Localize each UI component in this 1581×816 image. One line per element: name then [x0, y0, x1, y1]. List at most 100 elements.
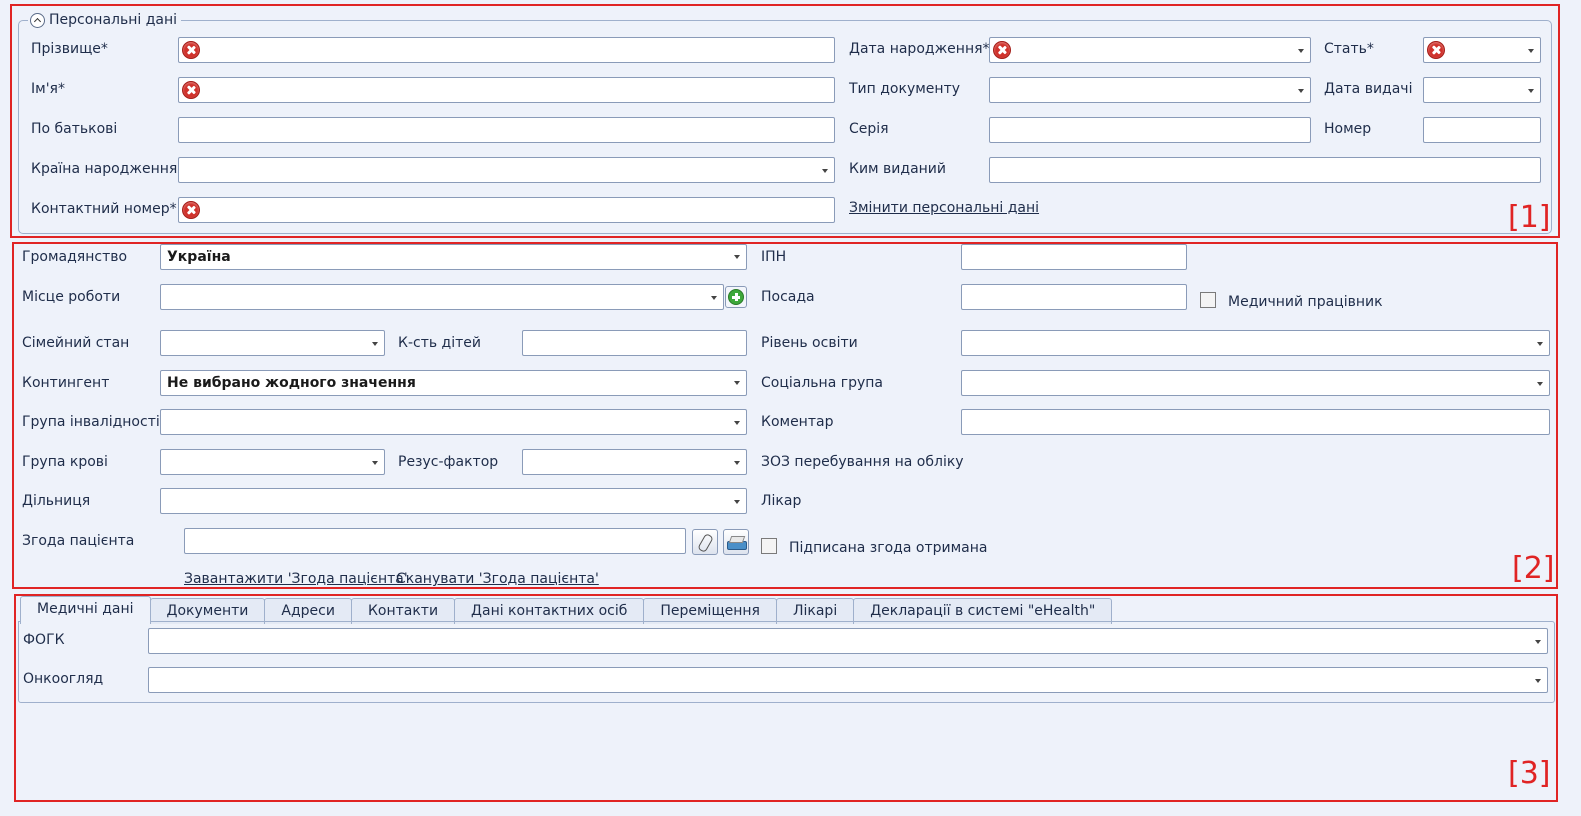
dropdown-arrow-icon [822, 169, 828, 173]
dropdown-arrow-icon [372, 461, 378, 465]
upload-consent-link[interactable]: Завантажити 'Згода пацієнта' [184, 571, 408, 587]
fogk-label: ФОГК [23, 632, 65, 648]
district-select[interactable] [160, 488, 747, 514]
plus-circle-icon [728, 289, 744, 305]
issue-date-picker[interactable] [1423, 77, 1541, 103]
attach-paperclip-icon[interactable] [692, 529, 718, 555]
issue-date-label: Дата видачі [1324, 81, 1413, 97]
dropdown-arrow-icon [734, 421, 740, 425]
issued-by-label: Ким виданий [849, 161, 947, 177]
children-count-label: К-сть дітей [398, 335, 481, 351]
sex-label: Стать* [1324, 41, 1374, 57]
disability-group-select[interactable] [160, 409, 747, 435]
blood-group-label: Група крові [22, 454, 108, 470]
comment-input[interactable] [961, 409, 1550, 435]
workplace-select[interactable] [160, 284, 724, 310]
tab-medical-data[interactable]: Медичні дані [20, 596, 151, 624]
blood-group-select[interactable] [160, 449, 385, 475]
patient-consent-input[interactable] [184, 528, 686, 554]
contact-phone-input[interactable] [178, 197, 835, 223]
patient-tabs: Медичні дані Документи Адреси Контакти Д… [20, 596, 1113, 624]
change-personal-data-link[interactable]: Змінити персональні дані [849, 200, 1039, 216]
error-icon [182, 81, 200, 99]
dropdown-arrow-icon [1537, 342, 1543, 346]
education-level-select[interactable] [961, 330, 1550, 356]
dropdown-arrow-icon [372, 342, 378, 346]
birth-date-label: Дата народження* [849, 41, 990, 57]
section-3-number: [3] [1508, 756, 1551, 791]
personal-data-title: Персональні дані [49, 12, 178, 28]
doc-type-label: Тип документу [849, 81, 961, 97]
section-1-number: [1] [1508, 200, 1551, 235]
doc-type-select[interactable] [989, 77, 1311, 103]
number-label: Номер [1324, 121, 1372, 137]
dropdown-arrow-icon [1298, 49, 1304, 53]
zoz-label: ЗОЗ перебування на обліку [761, 454, 964, 470]
collapse-chevron-up-icon[interactable] [30, 12, 45, 28]
scanner-icon[interactable] [723, 529, 749, 555]
series-input[interactable] [989, 117, 1311, 143]
onco-exam-label: Онкоогляд [23, 671, 104, 687]
education-level-label: Рівень освіти [761, 335, 858, 351]
contact-phone-label: Контактний номер* [31, 201, 177, 217]
error-icon [182, 201, 200, 219]
onco-exam-select[interactable] [148, 667, 1548, 693]
error-icon [1427, 41, 1445, 59]
medical-worker-checkbox[interactable] [1200, 292, 1216, 308]
workplace-label: Місце роботи [22, 289, 121, 305]
error-icon [993, 41, 1011, 59]
doctor-label: Лікар [761, 493, 802, 509]
rh-factor-label: Резус-фактор [398, 454, 499, 470]
surname-input[interactable] [178, 37, 835, 63]
series-label: Серія [849, 121, 889, 137]
signed-consent-label: Підписана згода отримана [789, 540, 988, 556]
issued-by-input[interactable] [989, 157, 1541, 183]
dropdown-arrow-icon [734, 381, 740, 385]
scan-consent-link[interactable]: Сканувати 'Згода пацієнта' [396, 571, 599, 587]
dropdown-arrow-icon [734, 500, 740, 504]
dropdown-arrow-icon [734, 255, 740, 259]
medical-worker-label: Медичний працівник [1228, 294, 1383, 310]
birth-country-select[interactable] [178, 157, 835, 183]
dropdown-arrow-icon [1528, 89, 1534, 93]
dropdown-arrow-icon [1298, 89, 1304, 93]
patronymic-label: По батькові [31, 121, 118, 137]
dropdown-arrow-icon [1535, 679, 1541, 683]
position-label: Посада [761, 289, 815, 305]
comment-label: Коментар [761, 414, 834, 430]
signed-consent-checkbox[interactable] [761, 538, 777, 554]
social-group-select[interactable] [961, 370, 1550, 396]
dropdown-arrow-icon [1537, 382, 1543, 386]
personal-data-header[interactable]: Персональні дані [28, 11, 182, 29]
dropdown-arrow-icon [1528, 49, 1534, 53]
dropdown-arrow-icon [711, 296, 717, 300]
position-input[interactable] [961, 284, 1187, 310]
district-label: Дільниця [22, 493, 91, 509]
disability-group-label: Група інвалідності [22, 414, 160, 430]
rh-factor-select[interactable] [522, 449, 747, 475]
patient-consent-label: Згода пацієнта [22, 533, 135, 549]
surname-label: Прізвище* [31, 41, 108, 57]
dropdown-arrow-icon [734, 461, 740, 465]
add-workplace-button[interactable] [725, 286, 747, 308]
error-icon [182, 41, 200, 59]
marital-status-select[interactable] [160, 330, 385, 356]
fogk-select[interactable] [148, 628, 1548, 654]
patronymic-input[interactable] [178, 117, 835, 143]
section-2-number: [2] [1512, 551, 1555, 586]
contingent-select[interactable]: Не вибрано жодного значення [160, 370, 747, 396]
number-input[interactable] [1423, 117, 1541, 143]
children-count-input[interactable] [522, 330, 747, 356]
birth-date-picker[interactable] [989, 37, 1311, 63]
citizenship-label: Громадянство [22, 249, 128, 265]
name-input[interactable] [178, 77, 835, 103]
social-group-label: Соціальна група [761, 375, 883, 391]
citizenship-select[interactable]: Україна [160, 244, 747, 270]
name-label: Ім'я* [31, 81, 65, 97]
marital-status-label: Сімейний стан [22, 335, 130, 351]
dropdown-arrow-icon [1535, 640, 1541, 644]
sex-select[interactable] [1423, 37, 1541, 63]
birth-country-label: Країна народження [31, 161, 178, 177]
ipn-input[interactable] [961, 244, 1187, 270]
ipn-label: ІПН [761, 249, 787, 265]
